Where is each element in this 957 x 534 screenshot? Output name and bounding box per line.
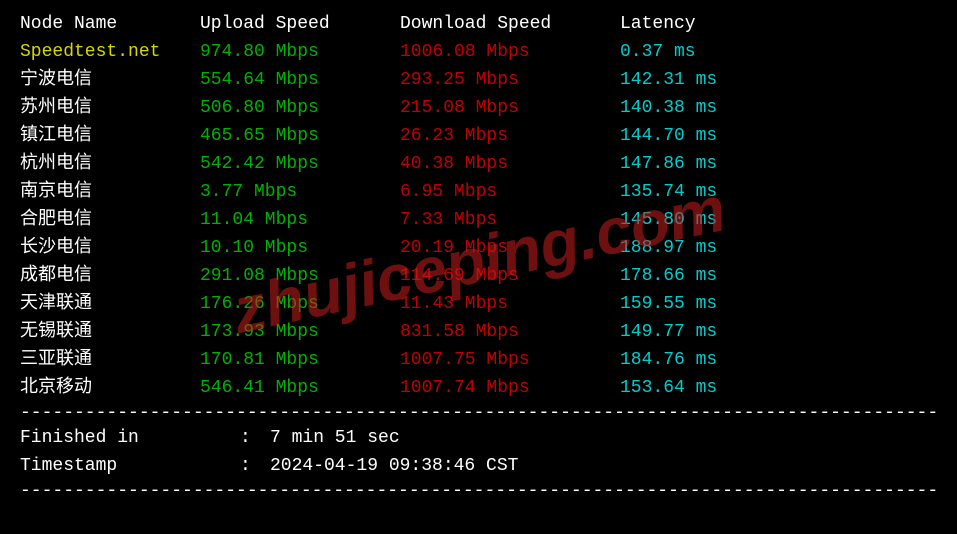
node-name: 北京移动 (20, 374, 200, 402)
node-name: 成都电信 (20, 262, 200, 290)
node-name: 三亚联通 (20, 346, 200, 374)
speedtest-row: 合肥电信11.04 Mbps7.33 Mbps145.80 ms (20, 206, 937, 234)
latency-value: 178.66 ms (620, 262, 800, 290)
upload-speed: 176.26 Mbps (200, 290, 400, 318)
speedtest-rows: Speedtest.net974.80 Mbps1006.08 Mbps0.37… (20, 38, 937, 402)
latency-value: 142.31 ms (620, 66, 800, 94)
node-name: 南京电信 (20, 178, 200, 206)
latency-value: 147.86 ms (620, 150, 800, 178)
terminal-output: Node Name Upload Speed Download Speed La… (0, 0, 957, 512)
latency-value: 144.70 ms (620, 122, 800, 150)
latency-value: 153.64 ms (620, 374, 800, 402)
upload-speed: 291.08 Mbps (200, 262, 400, 290)
header-node: Node Name (20, 10, 200, 38)
download-speed: 20.19 Mbps (400, 234, 620, 262)
header-row: Node Name Upload Speed Download Speed La… (20, 10, 937, 38)
download-speed: 26.23 Mbps (400, 122, 620, 150)
speedtest-row: Speedtest.net974.80 Mbps1006.08 Mbps0.37… (20, 38, 937, 66)
download-speed: 6.95 Mbps (400, 178, 620, 206)
header-download: Download Speed (400, 10, 620, 38)
footer-timestamp: Timestamp : 2024-04-19 09:38:46 CST (20, 452, 937, 480)
upload-speed: 3.77 Mbps (200, 178, 400, 206)
latency-value: 145.80 ms (620, 206, 800, 234)
node-name: 长沙电信 (20, 234, 200, 262)
footer-finished: Finished in : 7 min 51 sec (20, 424, 937, 452)
download-speed: 7.33 Mbps (400, 206, 620, 234)
timestamp-value: 2024-04-19 09:38:46 CST (270, 452, 518, 480)
node-name: Speedtest.net (20, 38, 200, 66)
latency-value: 184.76 ms (620, 346, 800, 374)
speedtest-row: 长沙电信10.10 Mbps20.19 Mbps188.97 ms (20, 234, 937, 262)
timestamp-label: Timestamp (20, 452, 240, 480)
speedtest-row: 南京电信3.77 Mbps6.95 Mbps135.74 ms (20, 178, 937, 206)
download-speed: 1007.74 Mbps (400, 374, 620, 402)
speedtest-row: 镇江电信465.65 Mbps26.23 Mbps144.70 ms (20, 122, 937, 150)
divider-bottom: ----------------------------------------… (20, 480, 937, 502)
upload-speed: 465.65 Mbps (200, 122, 400, 150)
download-speed: 831.58 Mbps (400, 318, 620, 346)
latency-value: 0.37 ms (620, 38, 800, 66)
node-name: 杭州电信 (20, 150, 200, 178)
separator: : (240, 424, 270, 452)
download-speed: 293.25 Mbps (400, 66, 620, 94)
node-name: 苏州电信 (20, 94, 200, 122)
separator: : (240, 452, 270, 480)
upload-speed: 974.80 Mbps (200, 38, 400, 66)
divider-top: ----------------------------------------… (20, 402, 937, 424)
download-speed: 1006.08 Mbps (400, 38, 620, 66)
download-speed: 1007.75 Mbps (400, 346, 620, 374)
node-name: 合肥电信 (20, 206, 200, 234)
speedtest-row: 天津联通176.26 Mbps11.43 Mbps159.55 ms (20, 290, 937, 318)
upload-speed: 11.04 Mbps (200, 206, 400, 234)
speedtest-row: 无锡联通173.93 Mbps831.58 Mbps149.77 ms (20, 318, 937, 346)
speedtest-row: 宁波电信554.64 Mbps293.25 Mbps142.31 ms (20, 66, 937, 94)
latency-value: 135.74 ms (620, 178, 800, 206)
header-upload: Upload Speed (200, 10, 400, 38)
finished-value: 7 min 51 sec (270, 424, 400, 452)
node-name: 无锡联通 (20, 318, 200, 346)
speedtest-row: 北京移动546.41 Mbps1007.74 Mbps153.64 ms (20, 374, 937, 402)
latency-value: 159.55 ms (620, 290, 800, 318)
upload-speed: 506.80 Mbps (200, 94, 400, 122)
upload-speed: 173.93 Mbps (200, 318, 400, 346)
node-name: 镇江电信 (20, 122, 200, 150)
upload-speed: 546.41 Mbps (200, 374, 400, 402)
download-speed: 40.38 Mbps (400, 150, 620, 178)
upload-speed: 554.64 Mbps (200, 66, 400, 94)
finished-label: Finished in (20, 424, 240, 452)
latency-value: 149.77 ms (620, 318, 800, 346)
download-speed: 215.08 Mbps (400, 94, 620, 122)
speedtest-row: 三亚联通170.81 Mbps1007.75 Mbps184.76 ms (20, 346, 937, 374)
latency-value: 188.97 ms (620, 234, 800, 262)
speedtest-row: 成都电信291.08 Mbps114.69 Mbps178.66 ms (20, 262, 937, 290)
latency-value: 140.38 ms (620, 94, 800, 122)
node-name: 天津联通 (20, 290, 200, 318)
download-speed: 11.43 Mbps (400, 290, 620, 318)
upload-speed: 542.42 Mbps (200, 150, 400, 178)
upload-speed: 170.81 Mbps (200, 346, 400, 374)
header-latency: Latency (620, 10, 800, 38)
speedtest-row: 苏州电信506.80 Mbps215.08 Mbps140.38 ms (20, 94, 937, 122)
upload-speed: 10.10 Mbps (200, 234, 400, 262)
download-speed: 114.69 Mbps (400, 262, 620, 290)
speedtest-row: 杭州电信542.42 Mbps40.38 Mbps147.86 ms (20, 150, 937, 178)
node-name: 宁波电信 (20, 66, 200, 94)
